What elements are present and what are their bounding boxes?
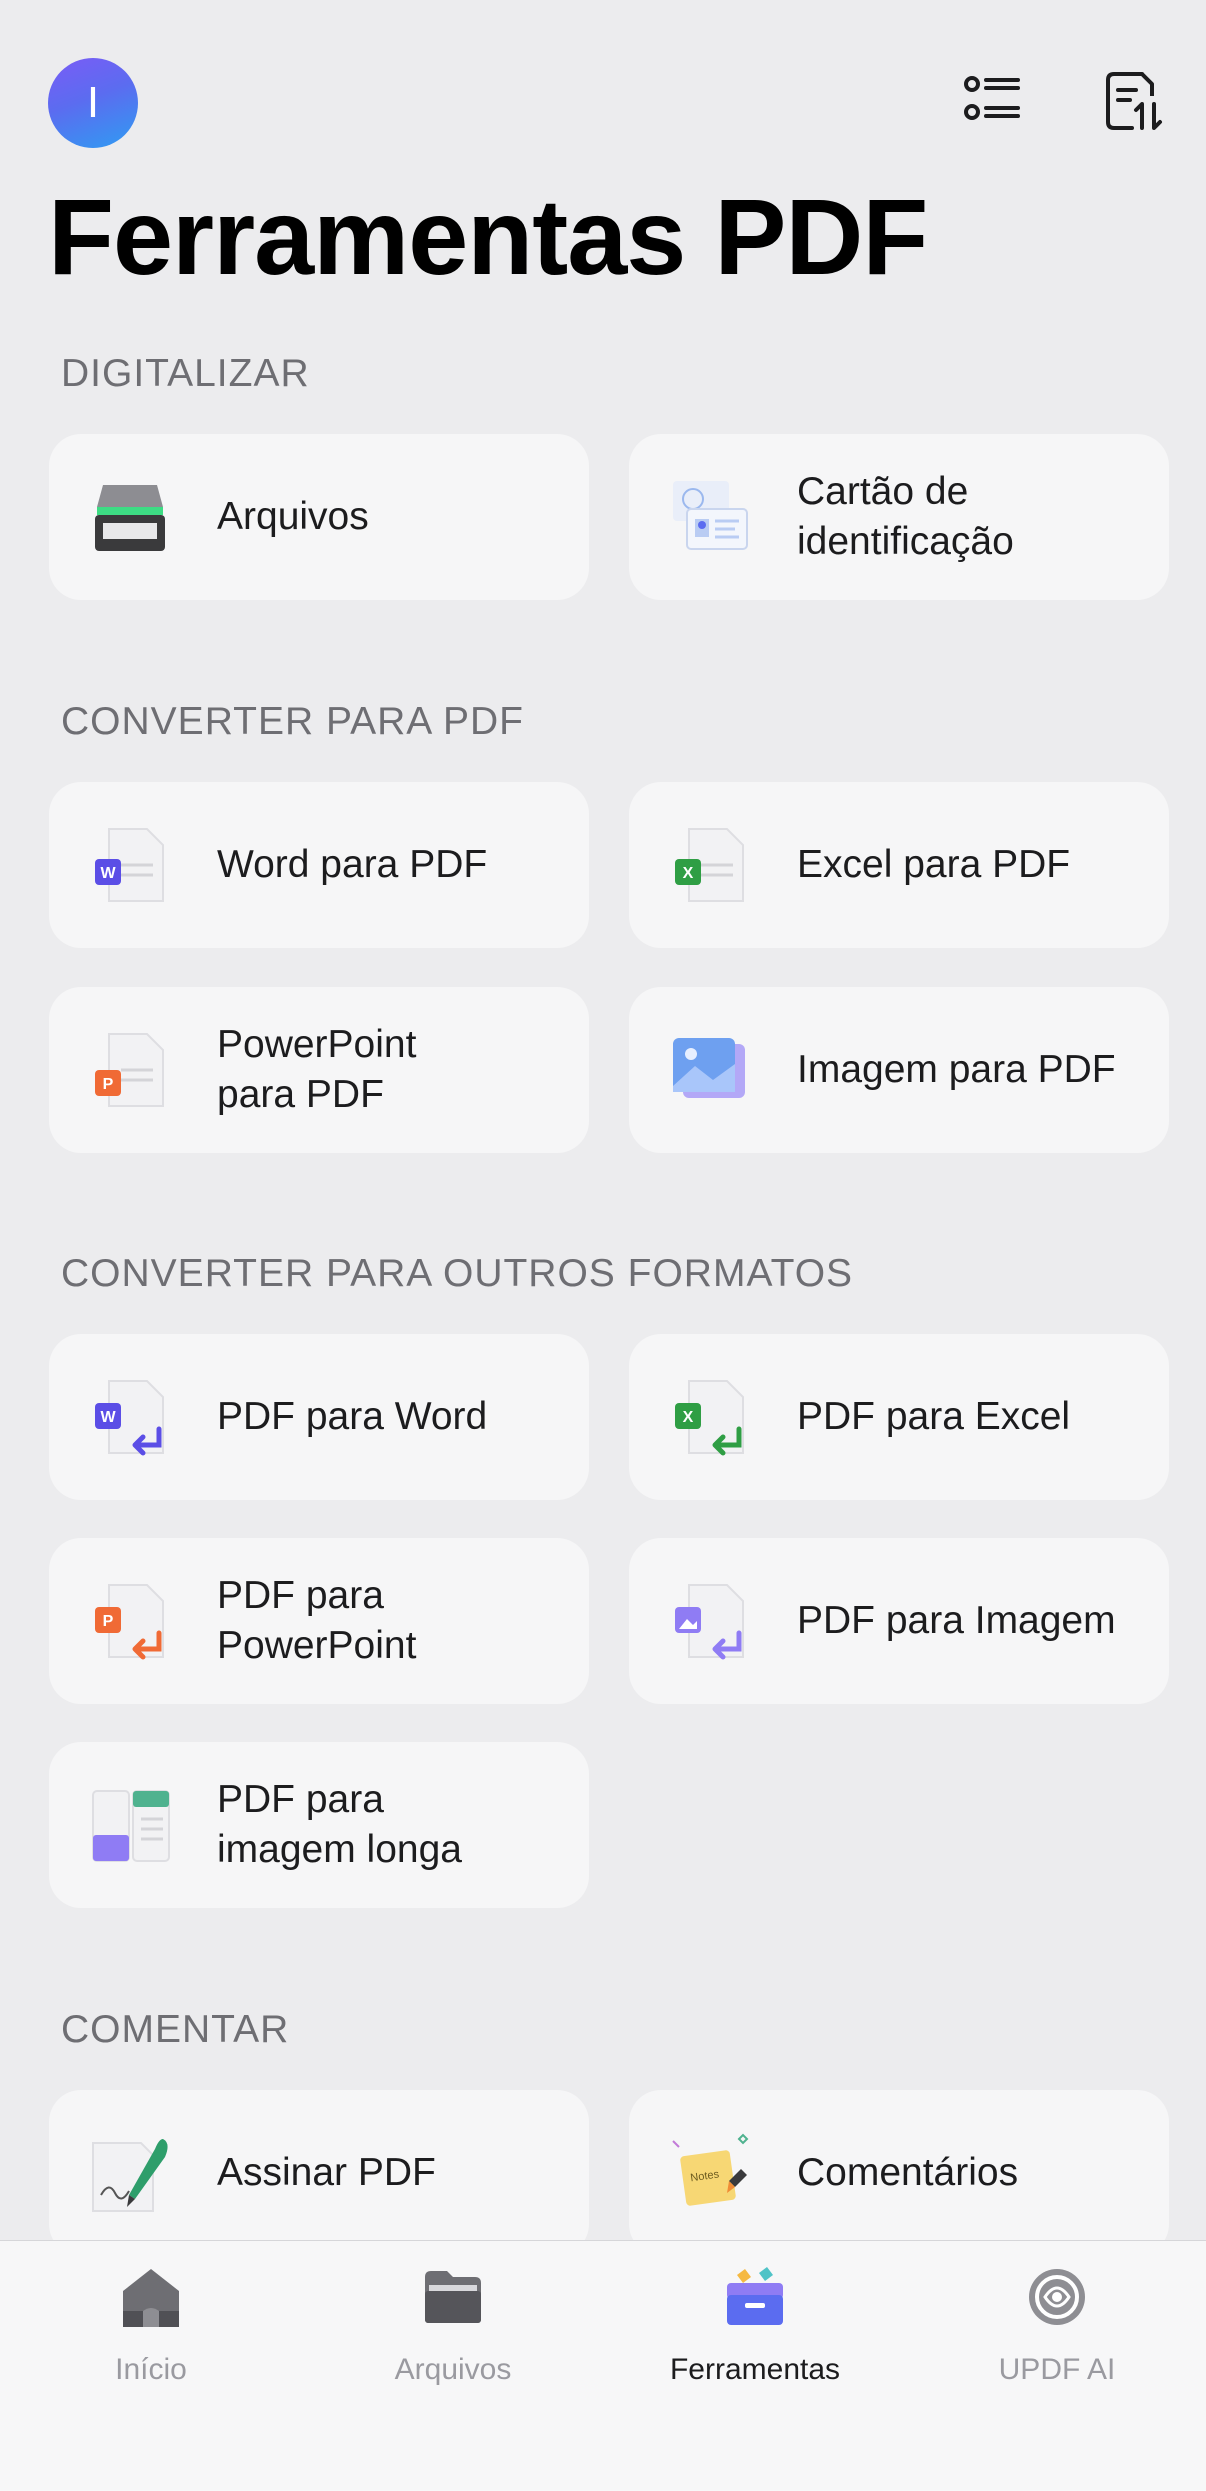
tab-label: UPDF AI: [998, 2353, 1116, 2386]
svg-text:P: P: [103, 1076, 114, 1093]
tool-card-pdf-para-excel[interactable]: X PDF para Excel: [629, 1334, 1169, 1500]
tool-label: Arquivos: [217, 495, 369, 539]
signature-icon: [92, 2139, 168, 2212]
tab-inicio[interactable]: Início: [0, 2241, 302, 2491]
tool-card-powerpoint-para-pdf[interactable]: P PowerPoint para PDF: [49, 987, 589, 1153]
svg-text:X: X: [683, 1409, 694, 1426]
tool-card-pdf-para-word[interactable]: W PDF para Word: [49, 1334, 589, 1500]
comment-notes-icon: Notes: [672, 2133, 749, 2206]
avatar[interactable]: I: [48, 58, 138, 148]
id-card-icon: [673, 481, 748, 550]
excel-to-pdf-icon: X: [675, 828, 744, 902]
tool-label: Excel para PDF: [797, 843, 1071, 887]
tab-label: Início: [115, 2353, 187, 2386]
tool-card-pdf-para-powerpoint[interactable]: P PDF para PowerPoint: [49, 1538, 589, 1704]
powerpoint-to-pdf-icon: P: [95, 1033, 164, 1107]
tool-label: PDF para Excel: [797, 1395, 1071, 1439]
tab-arquivos[interactable]: Arquivos: [302, 2241, 604, 2491]
avatar-initial: I: [86, 78, 100, 127]
tool-card-pdf-para-imagem-longa[interactable]: PDF para imagem longa: [49, 1742, 589, 1908]
page-title: Ferramentas PDF: [48, 176, 928, 297]
svg-text:P: P: [103, 1613, 114, 1630]
tool-card-excel-para-pdf[interactable]: X Excel para PDF: [629, 782, 1169, 948]
pdf-to-word-icon: W: [95, 1380, 164, 1456]
section-title-comentar: COMENTAR: [61, 2008, 290, 2051]
home-icon: [123, 2269, 179, 2327]
tool-label: Word para PDF: [217, 843, 488, 887]
tools-icon: [727, 2267, 783, 2325]
sort-icon[interactable]: [1102, 70, 1164, 132]
tool-label: PDF para Word: [217, 1395, 488, 1439]
tool-card-cartao-identificacao[interactable]: Cartão de identificação: [629, 434, 1169, 600]
tool-card-imagem-para-pdf[interactable]: Imagem para PDF: [629, 987, 1169, 1153]
section-title-converter-outros-formatos: CONVERTER PARA OUTROS FORMATOS: [61, 1252, 854, 1295]
tool-label: Assinar PDF: [217, 2151, 436, 2195]
tool-card-assinar-pdf[interactable]: Assinar PDF: [49, 2090, 589, 2256]
svg-text:X: X: [683, 865, 694, 882]
tool-label: PowerPoint para PDF: [217, 1023, 417, 1116]
pdf-to-image-icon: [675, 1584, 744, 1660]
tab-label: Ferramentas: [669, 2353, 841, 2386]
tab-bar: Início Arquivos Ferramentas UPDF AI: [0, 2240, 1206, 2491]
pdf-to-long-image-icon: [92, 1790, 170, 1862]
tool-label: Comentários: [797, 2151, 1019, 2195]
folder-icon: [425, 2271, 481, 2323]
tool-label: Imagem para PDF: [797, 1048, 1116, 1092]
list-view-icon[interactable]: [962, 70, 1024, 132]
ai-icon: [1029, 2269, 1085, 2325]
tab-updf-ai[interactable]: UPDF AI: [906, 2241, 1206, 2491]
tab-label: Arquivos: [394, 2353, 512, 2386]
tool-label: PDF para imagem longa: [217, 1778, 462, 1871]
word-to-pdf-icon: W: [95, 828, 164, 902]
section-title-digitalizar: DIGITALIZAR: [61, 352, 310, 395]
pdf-to-powerpoint-icon: P: [95, 1584, 164, 1660]
tab-ferramentas[interactable]: Ferramentas: [604, 2241, 906, 2491]
tool-card-pdf-para-imagem[interactable]: PDF para Imagem: [629, 1538, 1169, 1704]
scanner-icon: [95, 485, 165, 551]
tool-card-word-para-pdf[interactable]: W Word para PDF: [49, 782, 589, 948]
tool-card-comentarios[interactable]: Notes Comentários: [629, 2090, 1169, 2256]
tool-label: PDF para PowerPoint: [217, 1574, 417, 1667]
tool-label: Cartão de identificação: [797, 470, 1014, 563]
pdf-to-excel-icon: X: [675, 1380, 744, 1456]
section-title-converter-para-pdf: CONVERTER PARA PDF: [61, 700, 524, 743]
tool-card-arquivos[interactable]: Arquivos: [49, 434, 589, 600]
svg-text:W: W: [100, 865, 116, 882]
svg-text:W: W: [100, 1409, 116, 1426]
tool-label: PDF para Imagem: [797, 1599, 1116, 1643]
image-to-pdf-icon: [673, 1038, 745, 1098]
